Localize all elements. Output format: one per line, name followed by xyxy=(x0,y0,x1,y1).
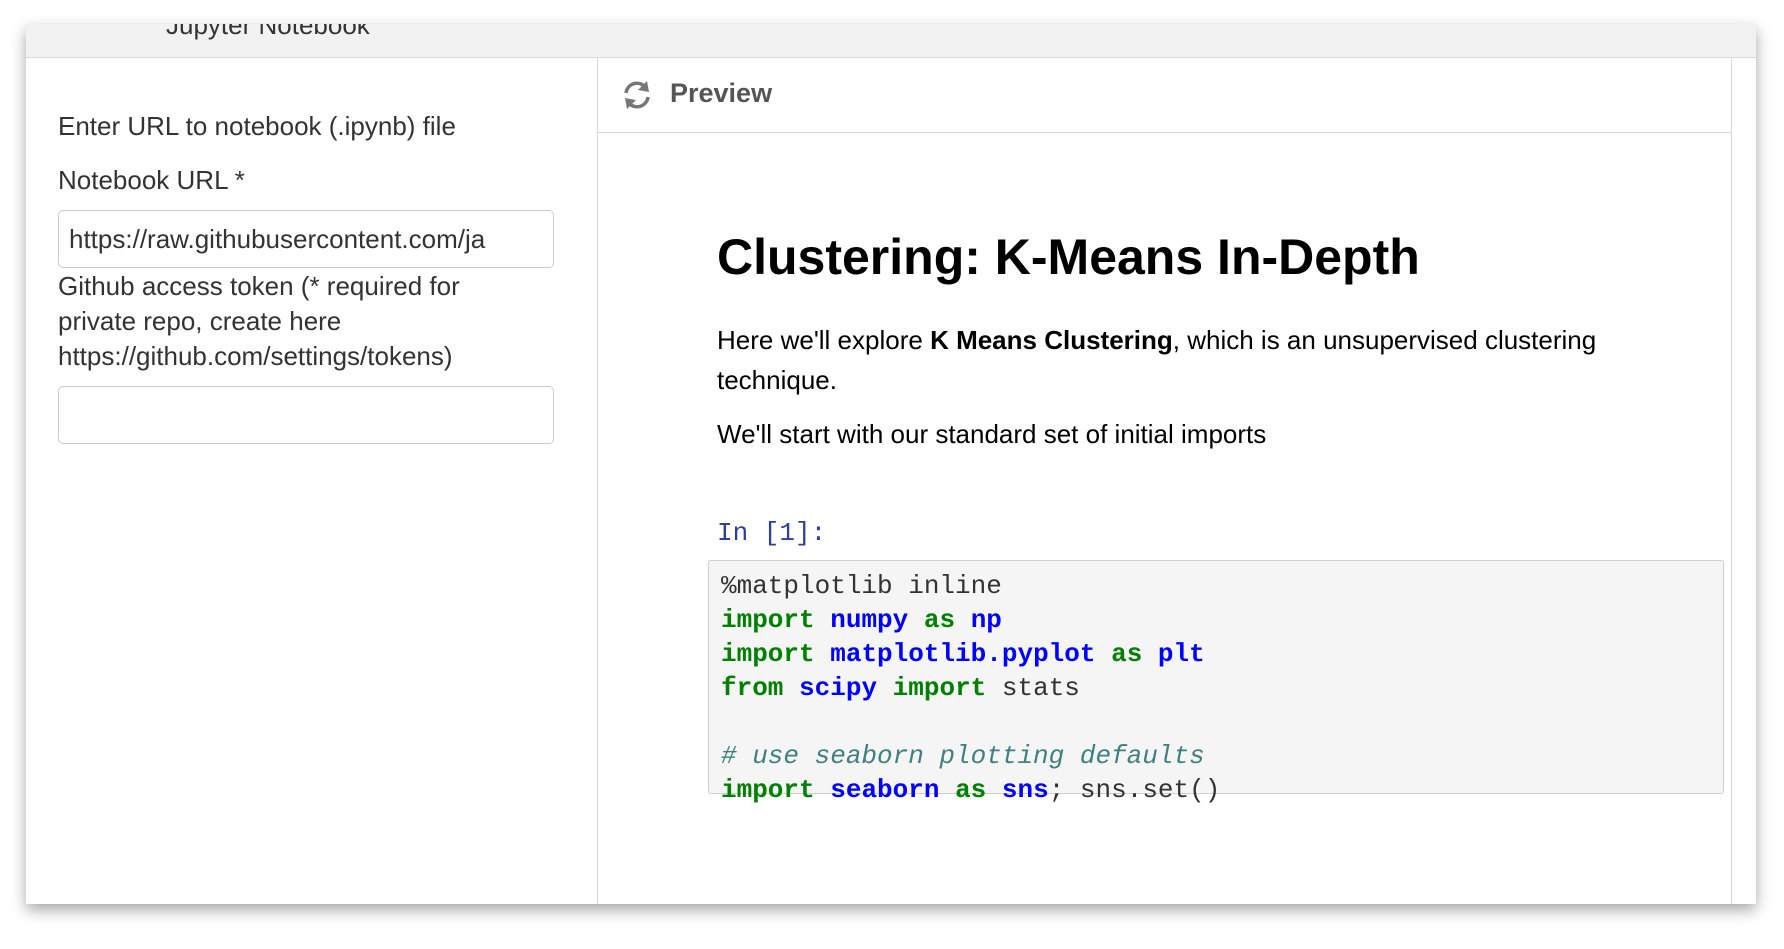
code-keyword: import xyxy=(721,775,815,805)
token-label-line1: Github access token (* required for xyxy=(58,271,460,301)
left-panel: Enter URL to notebook (.ipynb) file Note… xyxy=(26,58,598,904)
code-alias: sns xyxy=(1001,775,1049,805)
imports-paragraph: We'll start with our standard set of ini… xyxy=(717,419,1267,449)
code-keyword: import xyxy=(721,605,815,635)
code-module: numpy xyxy=(830,605,909,635)
code-cell[interactable]: %matplotlib inline import numpy as np im… xyxy=(708,560,1724,805)
cell-prompt: In [1]: xyxy=(717,518,827,548)
code-keyword: as xyxy=(955,775,987,805)
token-label-line3: https://github.com/settings/tokens) xyxy=(58,341,453,371)
code-comment: # use seaborn plotting defaults xyxy=(721,741,1205,771)
app-window: Jupyter Notebook Enter URL to notebook (… xyxy=(26,24,1756,904)
notebook-url-label: Notebook URL * xyxy=(58,165,245,195)
notebook-url-input[interactable]: https://raw.githubusercontent.com/ja xyxy=(58,210,554,268)
github-token-input[interactable] xyxy=(58,386,554,444)
code-keyword: as xyxy=(923,605,956,635)
code-call: sns.set() xyxy=(1079,775,1221,805)
code-keyword: import xyxy=(892,673,987,703)
code-keyword: from xyxy=(721,673,784,703)
notebook-title: Clustering: K-Means In-Depth xyxy=(717,229,1420,285)
refresh-icon[interactable] xyxy=(620,78,654,112)
code-name: stats xyxy=(1001,673,1080,703)
preview-header: Preview xyxy=(598,58,1731,133)
intro-text-start: Here we'll explore xyxy=(717,325,931,355)
code-module: matplotlib.pyplot xyxy=(830,639,1096,669)
code-alias: np xyxy=(970,605,1002,635)
intro-text-bold: K Means Clustering xyxy=(930,325,1173,355)
url-heading: Enter URL to notebook (.ipynb) file xyxy=(58,111,456,141)
intro-paragraph: Here we'll explore K Means Clustering, w… xyxy=(717,320,1717,400)
code-keyword: import xyxy=(721,639,815,669)
code-alias: plt xyxy=(1157,639,1205,669)
intro-text-line2: technique. xyxy=(717,365,837,395)
intro-text-end: , which is an unsupervised clustering xyxy=(1172,325,1597,355)
code-module: seaborn xyxy=(830,775,940,805)
preview-panel: Preview Clustering: K-Means In-Depth Her… xyxy=(598,58,1732,904)
top-bar: Jupyter Notebook xyxy=(26,24,1756,58)
token-label-line2: private repo, create here xyxy=(58,306,342,336)
window-title: Jupyter Notebook xyxy=(166,24,370,40)
code-line-1: %matplotlib inline xyxy=(721,571,1002,601)
code-keyword: as xyxy=(1111,639,1143,669)
preview-label: Preview xyxy=(670,78,773,108)
code-module: scipy xyxy=(799,673,878,703)
